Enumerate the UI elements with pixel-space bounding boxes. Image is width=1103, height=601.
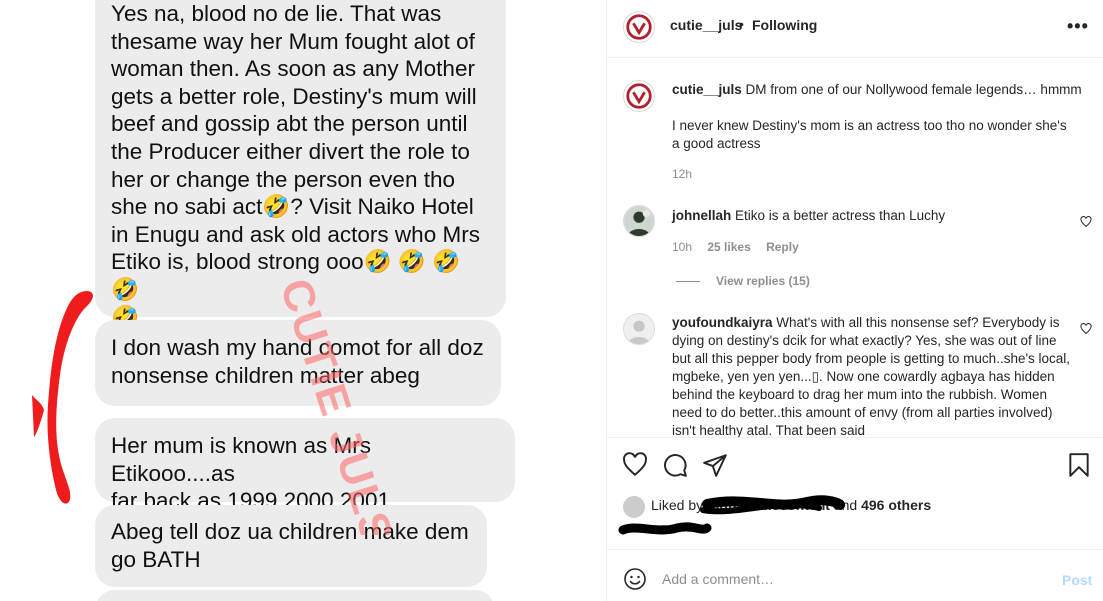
view-replies-label: View replies (15) <box>716 274 810 288</box>
comment-text: johnellah Etiko is a better actress than… <box>672 207 1072 225</box>
caption-body: I never knew Destiny's mom is an actress… <box>672 118 1067 151</box>
profile-logo-icon <box>626 83 652 109</box>
comment-icon[interactable] <box>662 452 688 478</box>
chat-bubble <box>95 590 495 601</box>
post-button[interactable]: Post <box>1062 572 1092 588</box>
caption-time[interactable]: 12h <box>672 167 692 181</box>
reply-button[interactable]: Reply <box>766 240 799 254</box>
divider <box>676 280 700 282</box>
more-horizontal-icon[interactable]: ••• <box>1067 16 1089 37</box>
likes-others[interactable]: 496 others <box>861 497 931 513</box>
view-replies-button[interactable]: View replies (15) <box>676 274 810 288</box>
heart-icon[interactable] <box>622 452 648 478</box>
post-details-panel: cutie__juls • Following ••• cutie__juls … <box>607 0 1103 601</box>
comments-list[interactable]: cutie__juls DM from one of our Nollywood… <box>607 59 1103 437</box>
default-avatar-icon <box>624 314 654 344</box>
comment-body: What's with all this nonsense sef? Every… <box>672 315 1071 437</box>
avatar[interactable] <box>623 11 655 43</box>
share-icon[interactable] <box>702 452 728 478</box>
red-scribble-mark <box>32 290 93 504</box>
comment-body: Etiko is a better actress than Luchy <box>735 208 946 223</box>
likes-summary[interactable]: Liked by highprofilecontent and 496 othe… <box>651 497 931 513</box>
comment-input[interactable] <box>662 564 1042 594</box>
following-button[interactable]: Following <box>752 17 817 33</box>
post-date[interactable]: 12 HOURS AGO <box>623 524 701 535</box>
comment-username[interactable]: youfoundkaiyra <box>672 315 773 330</box>
post-actions: Liked by highprofilecontent and 496 othe… <box>607 437 1103 549</box>
avatar[interactable] <box>623 205 655 237</box>
profile-logo-icon <box>626 14 652 40</box>
liker-avatar[interactable] <box>623 496 645 518</box>
avatar[interactable] <box>623 80 655 112</box>
comment-text: youfoundkaiyra What's with all this nons… <box>672 314 1072 437</box>
liker-username[interactable]: highprofilecontent <box>707 497 830 513</box>
post-header: cutie__juls • Following ••• <box>607 0 1103 58</box>
add-comment-bar: Post <box>607 549 1103 601</box>
caption-username[interactable]: cutie__juls <box>672 82 742 97</box>
bookmark-icon[interactable] <box>1066 452 1092 478</box>
like-comment-heart-icon[interactable] <box>1080 216 1092 228</box>
like-comment-heart-icon[interactable] <box>1080 323 1092 335</box>
avatar[interactable] <box>623 313 655 345</box>
comment-likes[interactable]: 25 likes <box>707 240 750 254</box>
user-photo-icon <box>624 206 654 236</box>
comment-meta: 10h 25 likes Reply <box>672 240 811 254</box>
chat-bubble: Yes na, blood no de lie. That was thesam… <box>95 0 506 330</box>
separator-dot: • <box>739 16 744 32</box>
chat-bubble: Her mum is known as Mrs Etikooo....as fa… <box>95 418 515 513</box>
comment-username[interactable]: johnellah <box>672 208 731 223</box>
emoji-icon[interactable] <box>623 567 647 591</box>
caption-text: DM from one of our Nollywood female lege… <box>745 82 1082 97</box>
likes-prefix: Liked by <box>651 497 704 513</box>
likes-middle: and <box>833 497 858 513</box>
post-image: Yes na, blood no de lie. That was thesam… <box>0 0 606 601</box>
username-link[interactable]: cutie__juls <box>670 17 742 33</box>
chat-bubble: Abeg tell doz ua children make dem go BA… <box>95 505 487 587</box>
caption: cutie__juls DM from one of our Nollywood… <box>672 81 1092 99</box>
comment-time[interactable]: 10h <box>672 240 692 254</box>
chat-bubble: I don wash my hand comot for all doz non… <box>95 320 501 406</box>
